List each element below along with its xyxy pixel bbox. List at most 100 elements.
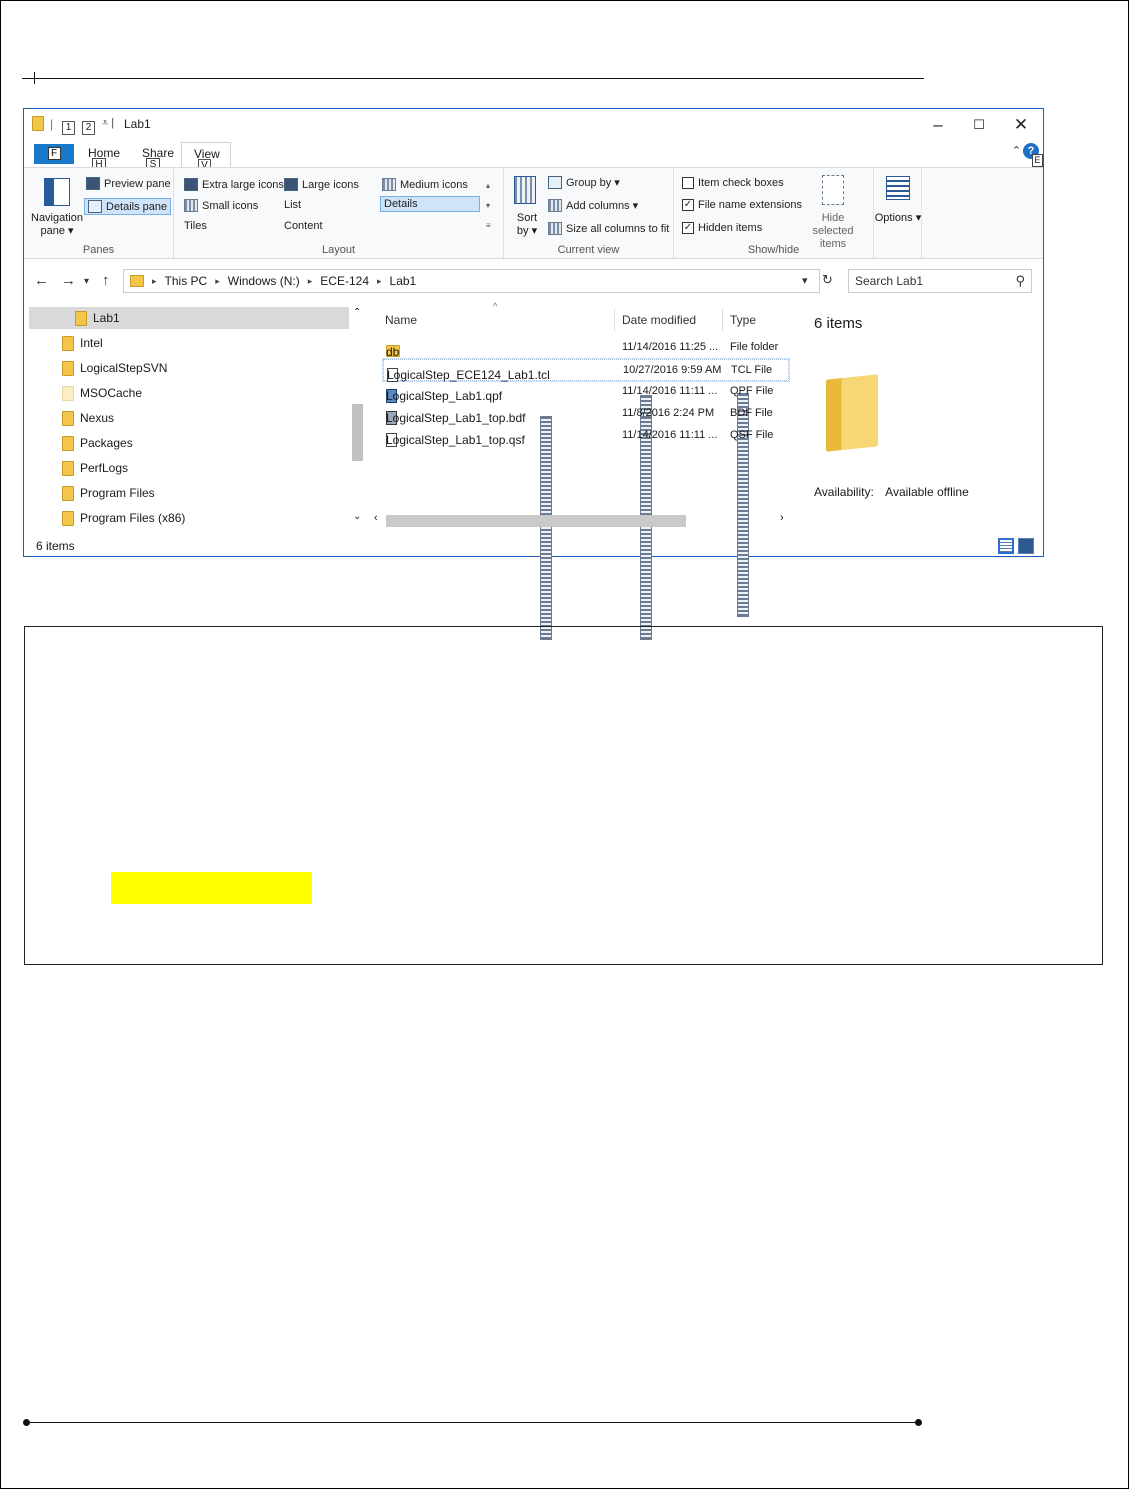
nav-item-msocache[interactable]: MSOCache xyxy=(62,382,142,404)
tab-share[interactable]: Share S xyxy=(142,146,174,172)
details-pane-button[interactable]: Details pane xyxy=(84,198,172,215)
layout-scroll-arrows[interactable]: ▴ ▾ ≡ xyxy=(486,176,491,236)
nav-item-logicalstepsvn[interactable]: LogicalStepSVN xyxy=(62,357,167,379)
nav-item-nexus[interactable]: Nexus xyxy=(62,407,114,429)
table-row[interactable]: LogicalStep_Lab1.qpf 11/14/2016 11:11 ..… xyxy=(383,381,789,403)
layout-details[interactable]: Details xyxy=(380,196,749,617)
back-arrow-icon[interactable]: ← xyxy=(34,272,49,289)
status-bar: 6 items xyxy=(24,535,1043,555)
forward-arrow-icon[interactable]: → xyxy=(61,272,76,289)
scroll-right-icon[interactable]: › xyxy=(780,512,784,524)
folder-icon xyxy=(62,460,74,476)
layout-large-icons[interactable]: Large icons xyxy=(284,178,359,191)
layout-small-icons[interactable]: Small icons xyxy=(184,199,258,212)
column-header-name[interactable]: Name xyxy=(385,313,417,327)
layout-content[interactable]: Content xyxy=(284,220,652,640)
item-check-boxes-checkbox[interactable] xyxy=(682,177,694,189)
table-row[interactable]: LogicalStep_Lab1_top.qsf 11/14/2016 11:1… xyxy=(383,425,789,447)
sort-by-button[interactable]: Sort by ▾ xyxy=(510,212,544,238)
file-tab-key: F xyxy=(47,147,61,160)
options-button[interactable]: Options ▾ xyxy=(874,212,922,225)
details-view-icon[interactable] xyxy=(998,538,1014,554)
nav-item-packages[interactable]: Packages xyxy=(62,432,133,454)
folder-icon xyxy=(32,116,44,131)
navigation-scroll-thumb[interactable] xyxy=(352,404,363,461)
customize-qa-icon[interactable]: ⩡ | xyxy=(102,117,114,130)
show-hide-group: Item check boxes ✓ File name extensions ✓… xyxy=(674,168,874,260)
breadcrumb-this-pc[interactable]: This PC xyxy=(165,274,208,288)
breadcrumb-ece124[interactable]: ECE-124 xyxy=(320,274,369,288)
column-header-date[interactable]: Date modified xyxy=(622,313,696,327)
nav-item-intel[interactable]: Intel xyxy=(62,332,103,354)
address-history-chevron-icon[interactable]: ▾ xyxy=(802,274,808,287)
recent-locations-chevron-icon[interactable]: ▾ xyxy=(84,276,89,287)
bottom-rule-dot-left xyxy=(23,1419,30,1426)
availability-label: Availability: xyxy=(814,485,874,499)
folder-icon xyxy=(62,435,74,451)
availability-value: Available offline xyxy=(885,485,969,499)
bottom-rule-dot-right xyxy=(915,1419,922,1426)
quick-access-key-1[interactable]: 1 xyxy=(62,121,75,135)
layout-group: Extra large icons Large icons Medium ico… xyxy=(174,168,749,640)
nav-item-label: Nexus xyxy=(80,411,115,425)
minimize-button[interactable]: – xyxy=(920,113,956,137)
address-bar[interactable]: ▸ This PC ▸ Windows (N:) ▸ ECE-124 ▸ Lab… xyxy=(123,269,820,293)
refresh-icon[interactable]: ↻ xyxy=(822,272,833,288)
file-name-extensions-checkbox[interactable]: ✓ xyxy=(682,199,694,211)
folder-icon xyxy=(62,410,74,426)
maximize-button[interactable]: ☐ xyxy=(961,113,997,137)
scroll-down-icon[interactable]: ⌄ xyxy=(353,511,361,522)
tab-home[interactable]: Home H xyxy=(88,146,120,172)
breadcrumb-windows-drive[interactable]: Windows (N:) xyxy=(228,274,300,288)
layout-extra-large-icons[interactable]: Extra large icons xyxy=(184,178,284,191)
nav-item-label: Intel xyxy=(80,336,103,350)
size-columns-icon xyxy=(548,222,562,235)
layout-tiles[interactable]: Tiles xyxy=(184,220,552,640)
nav-item-program-files[interactable]: Program Files xyxy=(62,482,155,504)
preview-pane-button[interactable]: Preview pane xyxy=(86,177,171,190)
large-icons-view-icon[interactable] xyxy=(1018,538,1034,554)
folder-icon xyxy=(75,310,87,326)
column-separator[interactable] xyxy=(722,309,723,331)
horizontal-scroll-thumb[interactable] xyxy=(386,515,686,527)
layout-item-label: Content xyxy=(284,220,323,232)
address-row: ← → ▾ ↑ ▸ This PC ▸ Windows (N:) ▸ ECE-1… xyxy=(24,267,1043,295)
collapse-ribbon-icon[interactable]: ⌃ xyxy=(1012,144,1021,157)
column-header-type[interactable]: Type xyxy=(730,313,756,327)
search-icon[interactable]: ⚲ xyxy=(1015,273,1025,289)
breadcrumb-lab1[interactable]: Lab1 xyxy=(390,274,417,288)
size-columns-label: Size all columns to fit xyxy=(566,222,670,235)
file-name-extensions-toggle[interactable]: ✓ File name extensions xyxy=(682,199,802,211)
tab-view[interactable]: View V xyxy=(181,142,231,173)
scroll-up-icon[interactable]: ⌃ xyxy=(353,307,361,318)
table-row[interactable]: LogicalStep_Lab1_top.bdf 11/8/2016 2:24 … xyxy=(383,403,789,425)
hidden-items-toggle[interactable]: ✓ Hidden items xyxy=(682,222,762,234)
sort-caret-icon: ^ xyxy=(493,301,498,311)
quick-access-key-2[interactable]: 2 xyxy=(82,121,95,135)
navigation-pane: Lab1 Intel LogicalStepSVN MSOCache Nexus… xyxy=(24,305,370,529)
folder-icon xyxy=(62,385,74,401)
size-columns-button[interactable]: Size all columns to fit xyxy=(548,222,669,235)
title-bar: | 1 2 ⩡ | Lab1 – ☐ ✕ xyxy=(24,109,1043,141)
file-type: TCL File xyxy=(731,364,773,376)
item-check-boxes-toggle[interactable]: Item check boxes xyxy=(682,177,784,189)
group-by-button[interactable]: Group by ▾ xyxy=(548,176,620,189)
nav-item-lab1[interactable]: Lab1 xyxy=(29,307,349,329)
up-arrow-icon[interactable]: ↑ xyxy=(102,272,110,289)
add-columns-button[interactable]: Add columns ▾ xyxy=(548,199,638,212)
nav-item-perflogs[interactable]: PerfLogs xyxy=(62,457,128,479)
table-row[interactable]: LogicalStep_ECE124_Lab1.tcl 10/27/2016 9… xyxy=(382,358,790,382)
file-name-text: LogicalStep_Lab1.qpf xyxy=(386,389,503,403)
layout-medium-icons[interactable]: Medium icons xyxy=(382,178,468,191)
layout-list[interactable]: List xyxy=(284,199,652,619)
table-row[interactable]: db 11/14/2016 11:25 ... File folder xyxy=(383,337,789,359)
hidden-items-checkbox[interactable]: ✓ xyxy=(682,222,694,234)
search-input[interactable]: Search Lab1 ⚲ xyxy=(848,269,1032,293)
scroll-left-icon[interactable]: ‹ xyxy=(374,512,378,524)
text-box xyxy=(24,626,1103,965)
nav-item-program-files-x86[interactable]: Program Files (x86) xyxy=(62,507,185,529)
tab-file[interactable]: F xyxy=(34,144,74,164)
column-separator[interactable] xyxy=(614,309,615,331)
close-button[interactable]: ✕ xyxy=(1003,113,1039,137)
navigation-pane-button[interactable]: Navigation pane ▾ xyxy=(28,212,86,238)
